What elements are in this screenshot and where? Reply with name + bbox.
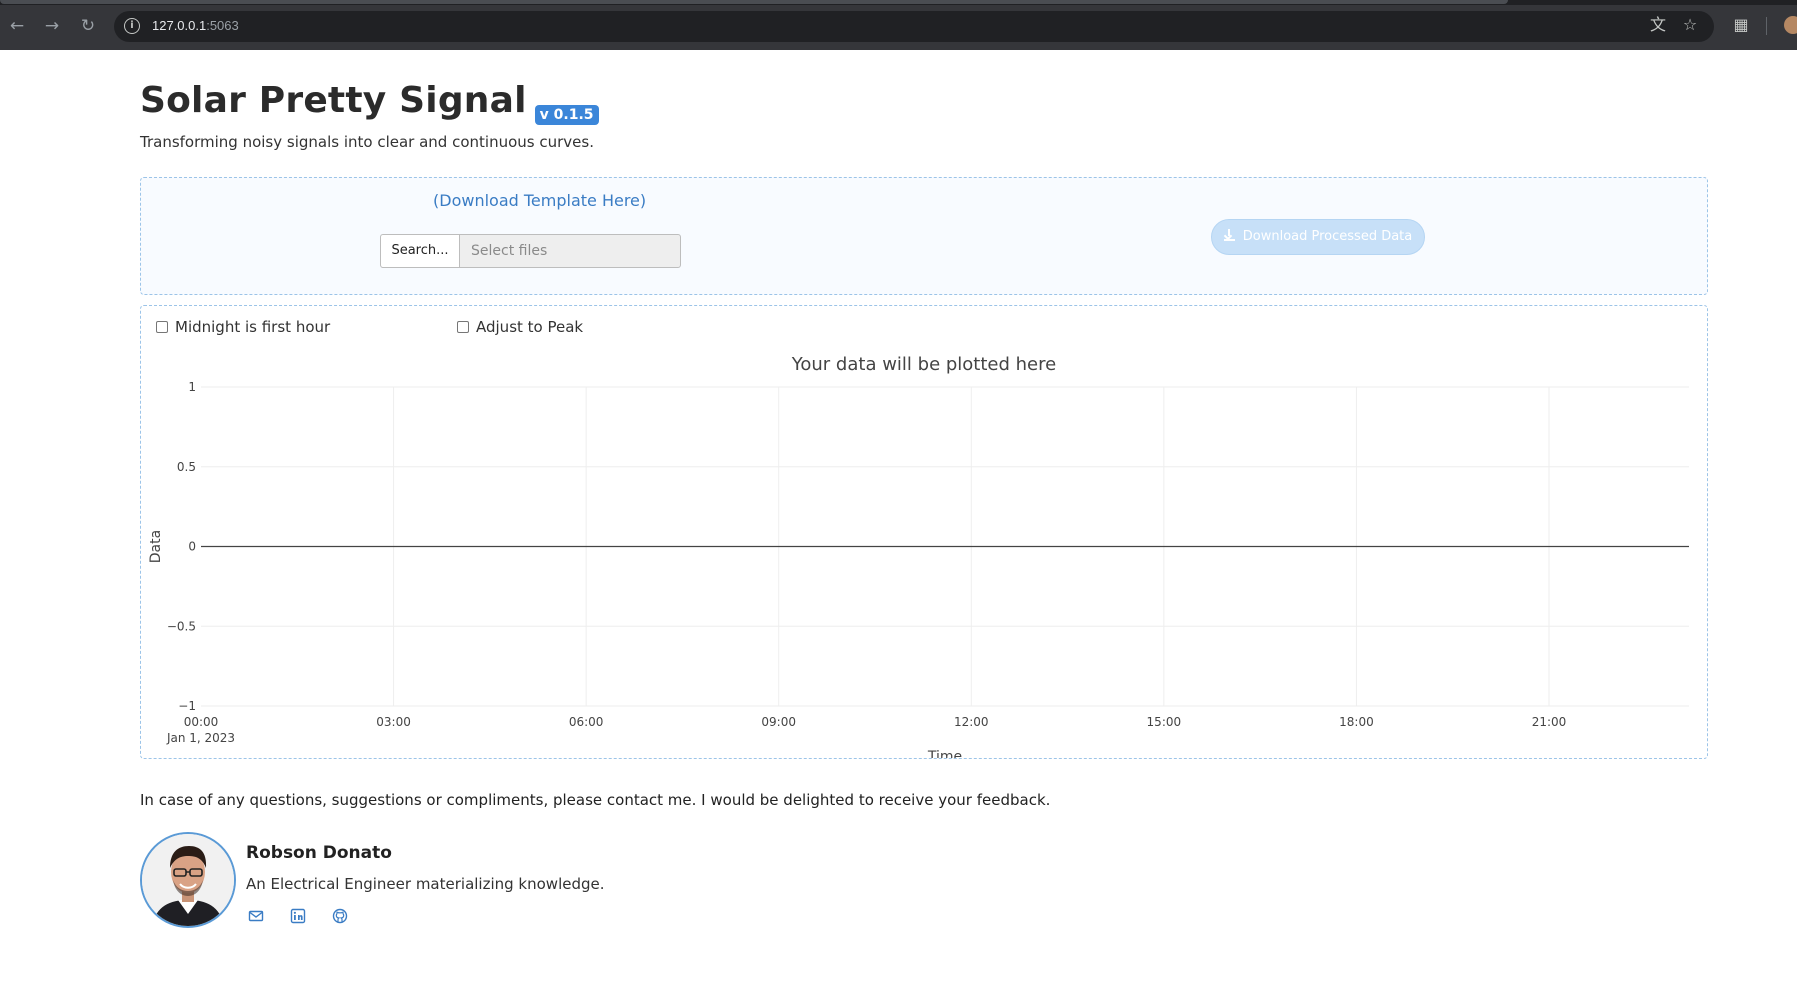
profile-avatar[interactable] [1784, 16, 1797, 34]
url-text[interactable]: 127.0.0.1:5063 [152, 18, 239, 33]
linkedin-icon[interactable] [290, 908, 306, 924]
contact-text: In case of any questions, suggestions or… [140, 791, 1051, 809]
download-button-label: Download Processed Data [1242, 229, 1413, 244]
y-tick-label: −0.5 [167, 619, 196, 633]
translate-icon[interactable]: 文 [1647, 14, 1669, 36]
star-icon[interactable]: ☆ [1679, 14, 1701, 36]
version-badge: v 0.1.5 [534, 105, 599, 125]
author-name: Robson Donato [246, 843, 392, 863]
data-plot[interactable]: Your data will be plotted here 00:00 03:0… [141, 306, 1707, 758]
x-tick-label: 00:00 [184, 715, 219, 729]
x-tick-label: 03:00 [376, 715, 411, 729]
y-axis-label: Data [148, 530, 164, 563]
download-template-link[interactable]: (Download Template Here) [433, 191, 646, 210]
download-processed-data-button[interactable]: Download Processed Data [1211, 219, 1425, 255]
y-tick-label: 0 [188, 540, 196, 554]
plot-panel: Midnight is first hour Adjust to Peak Yo… [140, 305, 1708, 759]
avatar [140, 832, 236, 928]
x-tick-label: 06:00 [569, 715, 604, 729]
x-tick-label: 21:00 [1532, 715, 1567, 729]
upload-panel: (Download Template Here) Search... Selec… [140, 177, 1708, 295]
url-port: :5063 [206, 18, 239, 33]
active-tab[interactable] [0, 0, 1508, 4]
puzzle-icon[interactable]: ▦ [1730, 14, 1752, 36]
x-tick-label: 12:00 [954, 715, 989, 729]
page-title: Solar Pretty Signal [140, 80, 527, 121]
x-tick-label: 09:00 [761, 715, 796, 729]
download-icon [1223, 229, 1235, 241]
header: Solar Pretty Signal v 0.1.5 [140, 80, 599, 126]
github-icon[interactable] [332, 908, 348, 924]
email-icon[interactable] [248, 908, 264, 924]
x-tick-label: 15:00 [1147, 715, 1182, 729]
address-bar[interactable]: i 127.0.0.1:5063 [114, 11, 1714, 42]
author-description: An Electrical Engineer materializing kno… [246, 875, 605, 893]
x-tick-label: 18:00 [1339, 715, 1374, 729]
reload-icon[interactable]: ↻ [75, 13, 101, 39]
page-subtitle: Transforming noisy signals into clear an… [140, 133, 594, 151]
chart-title: Your data will be plotted here [791, 354, 1056, 375]
y-tick-label: 1 [188, 380, 196, 394]
toolbar-divider [1766, 17, 1767, 35]
file-input[interactable]: Select files [459, 234, 681, 268]
y-tick-label: 0.5 [177, 460, 196, 474]
back-icon[interactable]: ← [4, 13, 30, 39]
file-upload: Search... Select files [380, 234, 681, 268]
x-date-label: Jan 1, 2023 [166, 731, 235, 745]
tab-strip [0, 0, 1797, 5]
y-tick-label: −1 [178, 699, 196, 713]
browser-toolbar: ← → ↻ i 127.0.0.1:5063 文 ☆ ▦ [0, 0, 1797, 50]
url-host: 127.0.0.1 [152, 18, 207, 33]
info-icon[interactable]: i [124, 18, 140, 34]
browse-button[interactable]: Search... [380, 234, 459, 268]
x-axis-label: Time [927, 749, 962, 758]
forward-icon[interactable]: → [39, 13, 65, 39]
author-photo [142, 834, 234, 926]
